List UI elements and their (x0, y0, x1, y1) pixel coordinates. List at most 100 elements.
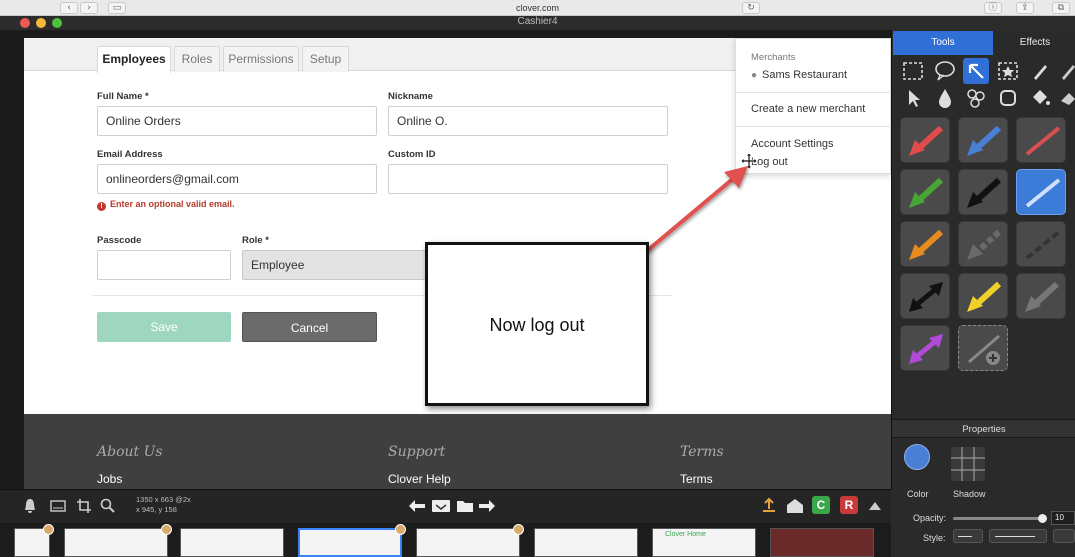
red-line-swatch[interactable] (1016, 117, 1066, 163)
opacity-slider-knob[interactable] (1038, 514, 1047, 523)
shadow-label: Shadow (953, 489, 986, 499)
properties-panel: Color Shadow Opacity: 10 Style: (891, 489, 1075, 557)
blue-line-selected-swatch[interactable] (1016, 169, 1066, 215)
style-label: Style: (923, 533, 946, 543)
tab-setup[interactable]: Setup (302, 46, 349, 72)
color-picker[interactable] (904, 444, 930, 470)
save-button[interactable]: Save (97, 312, 231, 342)
create-merchant-item[interactable]: Create a new merchant (751, 103, 865, 115)
crop-icon[interactable] (76, 498, 92, 514)
shadow-grid-icon[interactable] (950, 446, 986, 482)
cursor-coords: x 945, y 158 (136, 505, 177, 514)
arrow-left-icon[interactable] (408, 499, 426, 513)
tab-employees[interactable]: Employees (97, 46, 171, 73)
image-dimensions: 1350 x 663 @2x (136, 495, 191, 504)
image-size-icon[interactable] (50, 499, 66, 513)
full-name-input[interactable]: Online Orders (97, 106, 377, 136)
zoom-icon[interactable] (100, 498, 116, 514)
role-select[interactable]: Employee (242, 250, 432, 280)
bell-icon[interactable] (22, 498, 38, 514)
highlighter-icon[interactable] (1055, 58, 1075, 84)
stamp-icon[interactable] (995, 58, 1021, 84)
arrowhead-select[interactable] (1053, 529, 1075, 543)
speech-bubble-icon[interactable] (932, 58, 958, 84)
site-footer: About Us Jobs Support Clover Help Terms … (24, 414, 891, 489)
tabs-icon[interactable]: ⧉ (1052, 2, 1070, 14)
clover-app-icon[interactable]: C (812, 496, 830, 514)
tab-permissions[interactable]: Permissions (223, 46, 299, 72)
email-error-text: Enter an optional valid email. (110, 199, 235, 209)
rect-select-icon[interactable] (900, 58, 926, 84)
thumbnail-selected[interactable] (298, 528, 402, 557)
footer-terms-link[interactable]: Terms (680, 472, 713, 486)
nickname-input[interactable]: Online O. (388, 106, 668, 136)
custom-id-input[interactable] (388, 164, 668, 194)
thumbnail[interactable]: Clover Home (652, 528, 756, 557)
full-name-label: Full Name * (97, 91, 149, 102)
crop-shape-icon[interactable] (995, 85, 1021, 111)
r-app-icon[interactable]: R (840, 496, 858, 514)
account-settings-item[interactable]: Account Settings (751, 138, 834, 150)
share-icon[interactable]: ⇪ (1016, 2, 1034, 14)
annotation-callout[interactable]: Now log out (425, 242, 649, 406)
mail-icon[interactable] (786, 498, 804, 514)
red-arrow-swatch[interactable] (900, 117, 950, 163)
eraser-icon[interactable] (1055, 85, 1075, 111)
blue-arrow-swatch[interactable] (958, 117, 1008, 163)
starred-badge-icon (43, 524, 54, 535)
orange-arrow-swatch[interactable] (900, 221, 950, 267)
tab-effects[interactable]: Effects (994, 31, 1075, 55)
gray-dashed-arrow-swatch[interactable] (958, 221, 1008, 267)
tab-roles[interactable]: Roles (174, 46, 220, 72)
starred-badge-icon (395, 524, 406, 535)
reload-icon[interactable]: ↻ (742, 2, 760, 14)
double-arrow-swatch[interactable] (900, 273, 950, 319)
properties-header: Properties (892, 419, 1075, 438)
arrow-tool-icon[interactable] (963, 58, 989, 84)
merchant-item[interactable]: ● Sams Restaurant (751, 69, 847, 81)
thumbnail[interactable] (64, 528, 168, 557)
thumbnail[interactable] (180, 528, 284, 557)
dash-style-select[interactable] (989, 529, 1047, 543)
line-style-select[interactable] (953, 529, 983, 543)
share-sheet-icon[interactable] (760, 497, 778, 515)
inbox-icon[interactable] (431, 498, 451, 514)
opacity-value-field[interactable]: 10 (1051, 511, 1075, 525)
thumbnail[interactable] (770, 528, 874, 557)
yellow-arrow-swatch[interactable] (958, 273, 1008, 319)
fill-bucket-icon[interactable] (1027, 85, 1053, 111)
expand-up-icon[interactable] (868, 500, 882, 512)
email-input[interactable]: onlineorders@gmail.com (97, 164, 377, 194)
thumbnail[interactable] (416, 528, 520, 557)
pen-icon[interactable] (1027, 58, 1053, 84)
tools-panel: Tools Effects Properties (891, 30, 1075, 489)
black-arrow-swatch[interactable] (958, 169, 1008, 215)
green-arrow-swatch[interactable] (900, 169, 950, 215)
footer-jobs-link[interactable]: Jobs (97, 472, 122, 486)
pointer-icon[interactable] (900, 85, 926, 111)
starred-badge-icon (513, 524, 524, 535)
merchant-name: Sams Restaurant (762, 69, 848, 81)
starred-badge-icon (161, 524, 172, 535)
passcode-input[interactable] (97, 250, 231, 280)
steps-icon[interactable] (963, 85, 989, 111)
gray-ball-arrow-swatch[interactable] (1016, 273, 1066, 319)
address-bar[interactable]: clover.com (0, 3, 1075, 13)
blur-drop-icon[interactable] (932, 85, 958, 111)
info-icon[interactable]: ⓘ (984, 2, 1002, 14)
annotation-arrow (646, 166, 748, 252)
tab-tools[interactable]: Tools (893, 31, 993, 55)
passcode-label: Passcode (97, 235, 142, 246)
user-icon: ● (751, 70, 758, 81)
role-label: Role * (242, 235, 269, 246)
purple-double-arrow-swatch[interactable] (900, 325, 950, 371)
dashed-line-swatch[interactable] (1016, 221, 1066, 267)
thumbnail[interactable] (534, 528, 638, 557)
opacity-slider[interactable] (953, 514, 1047, 523)
add-style-swatch[interactable] (958, 325, 1008, 371)
color-label: Color (907, 489, 929, 499)
folder-icon[interactable] (456, 498, 474, 514)
cancel-button[interactable]: Cancel (242, 312, 377, 342)
arrow-right-icon[interactable] (478, 499, 496, 513)
footer-help-link[interactable]: Clover Help (388, 472, 451, 486)
